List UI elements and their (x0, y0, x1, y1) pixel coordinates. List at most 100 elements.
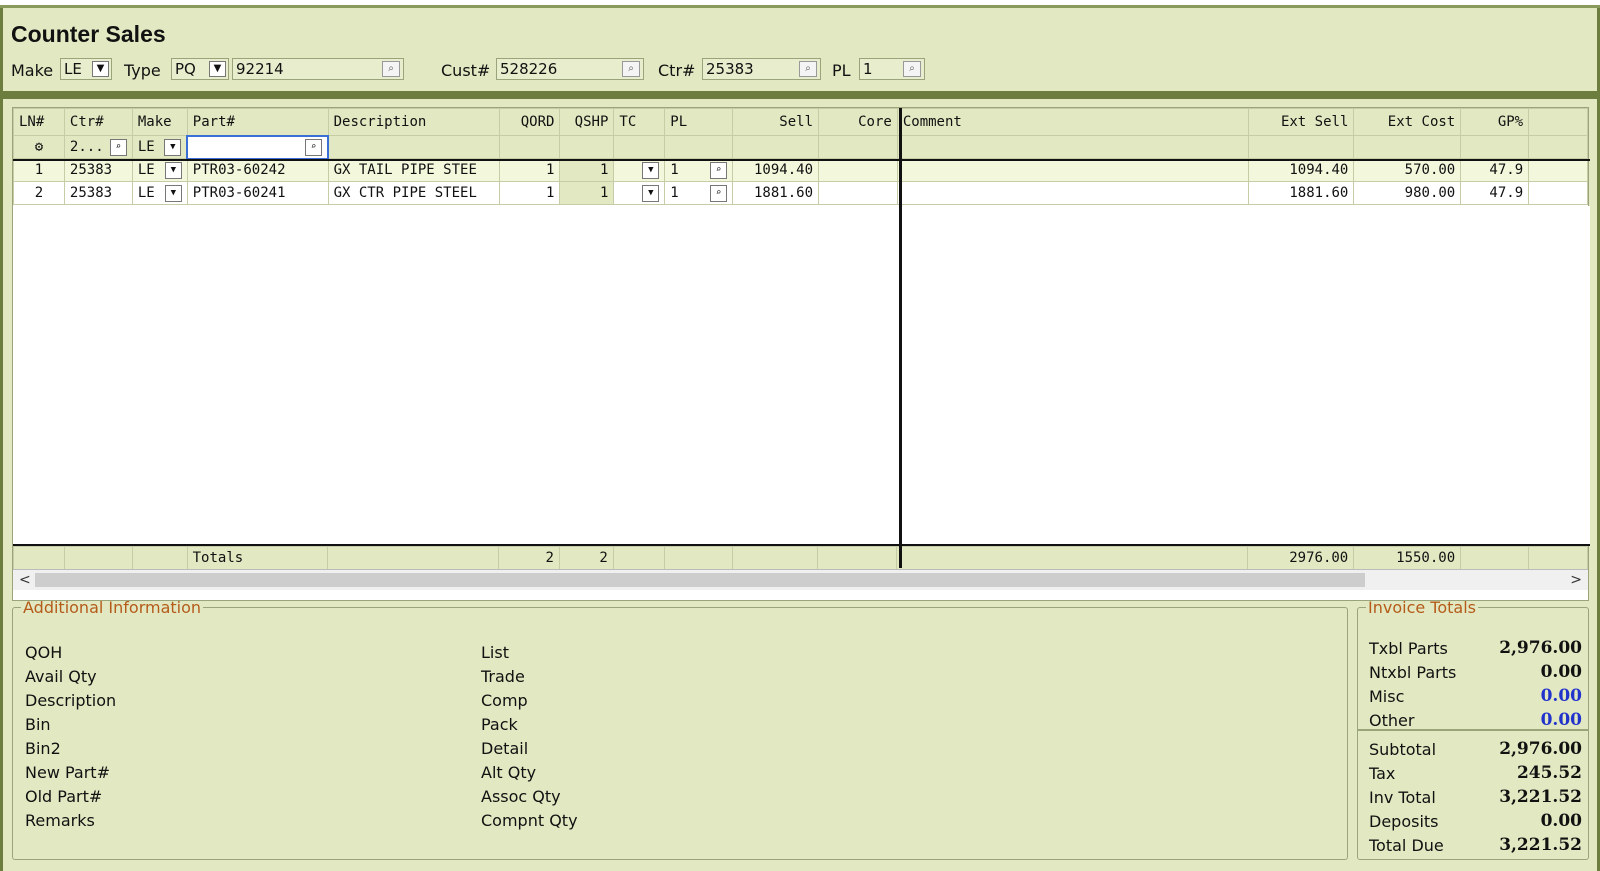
misc-label: Misc (1369, 687, 1405, 706)
cell-ext-sell: 1881.60 (1247, 181, 1355, 205)
cell-qord[interactable]: 1 (498, 181, 561, 205)
cell-comment[interactable] (896, 158, 1249, 182)
cell-part[interactable]: PTR03-60242 (186, 158, 329, 182)
cell-core[interactable] (818, 158, 898, 182)
col-ext-cost[interactable]: Ext Cost (1353, 108, 1462, 136)
cell-qshp[interactable]: 1 (559, 181, 615, 205)
cell-ln[interactable]: 2 (13, 181, 65, 205)
table-row[interactable]: 2 25383 LE ▼ PTR03-60241 GX CTR PIPE STEE… (13, 181, 1588, 205)
search-icon[interactable]: ⌕ (305, 138, 323, 156)
inv-total-value: 3,221.52 (1499, 787, 1582, 807)
arrow-right-icon[interactable]: > (1570, 570, 1582, 590)
info-label: New Part# (25, 763, 110, 782)
search-icon[interactable]: ⌕ (799, 61, 817, 77)
info-label: Alt Qty (481, 763, 537, 782)
chevron-down-icon[interactable]: ▼ (209, 61, 226, 77)
col-gp[interactable]: GP% (1460, 108, 1530, 136)
misc-value-link[interactable]: 0.00 (1541, 686, 1582, 706)
cell-ctr[interactable]: 25383 (63, 181, 133, 205)
cell-core[interactable] (818, 181, 898, 205)
grid-filter-row: ⚙ 2... ⌕ LE ▼ ⌕ (13, 134, 1588, 160)
cell-part[interactable]: PTR03-60241 (186, 181, 329, 205)
chevron-down-icon[interactable]: ▼ (642, 161, 660, 179)
search-icon[interactable]: ⌕ (622, 61, 640, 77)
customer-input[interactable]: 528226 ⌕ (496, 58, 644, 80)
cell-make-value: LE (137, 184, 155, 201)
chevron-down-icon[interactable]: ▼ (164, 161, 182, 179)
col-pl[interactable]: PL (664, 108, 734, 136)
search-icon[interactable]: ⌕ (903, 61, 921, 77)
make-select[interactable]: LE ▼ (60, 58, 112, 80)
cell-qshp[interactable]: 1 (559, 158, 615, 182)
cell-sell[interactable]: 1881.60 (732, 181, 820, 205)
cust-label: Cust# (441, 61, 491, 80)
filter-ctr[interactable]: 2... ⌕ (63, 135, 133, 159)
col-qord[interactable]: QORD (498, 108, 561, 136)
col-ctr[interactable]: Ctr# (63, 108, 133, 136)
cell-tc[interactable]: ▼ (613, 181, 666, 205)
make-value: LE (64, 60, 82, 78)
chevron-down-icon[interactable]: ▼ (92, 61, 109, 77)
col-core[interactable]: Core (818, 108, 898, 136)
cell-ln[interactable]: 1 (13, 158, 65, 182)
cell-description[interactable]: GX CTR PIPE STEEL (327, 181, 500, 205)
total-due-value: 3,221.52 (1499, 835, 1582, 855)
cell-pl[interactable]: 1 ⌕ (664, 158, 734, 182)
filter-ctr-value: 2... (69, 138, 104, 155)
cell-comment[interactable] (896, 181, 1249, 205)
col-comment[interactable]: Comment (896, 108, 1249, 136)
counter-value: 25383 (706, 60, 754, 78)
search-icon[interactable]: ⌕ (710, 161, 728, 179)
col-filler (1528, 108, 1588, 136)
table-row[interactable]: 1 25383 LE ▼ PTR03-60242 GX TAIL PIPE STE… (13, 158, 1588, 182)
col-make[interactable]: Make (131, 108, 188, 136)
search-icon[interactable]: ⌕ (109, 138, 127, 156)
line-items-grid: LN# Ctr# Make Part# Description QORD QSH… (12, 107, 1590, 601)
filter-make[interactable]: LE ▼ (131, 135, 188, 159)
header-divider (3, 91, 1597, 99)
totals-divider (13, 544, 1590, 546)
col-part[interactable]: Part# (186, 108, 329, 136)
deposits-value: 0.00 (1540, 811, 1582, 831)
cell-make[interactable]: LE ▼ (131, 158, 188, 182)
info-label: Bin (25, 715, 51, 734)
search-icon[interactable]: ⌕ (710, 184, 728, 202)
totals-ext-cost: 1550.00 (1353, 546, 1462, 570)
chevron-down-icon[interactable]: ▼ (642, 184, 660, 202)
tax-value: 245.52 (1516, 763, 1582, 783)
counter-input[interactable]: 25383 ⌕ (702, 58, 821, 80)
totals-qord: 2 (498, 546, 560, 570)
arrow-left-icon[interactable]: < (19, 570, 31, 590)
chevron-down-icon[interactable]: ▼ (164, 184, 182, 202)
search-icon[interactable]: ⌕ (382, 61, 400, 77)
cell-sell[interactable]: 1094.40 (732, 158, 820, 182)
col-sell[interactable]: Sell (732, 108, 820, 136)
other-value-link[interactable]: 0.00 (1541, 710, 1582, 730)
invoice-totals-panel: Invoice Totals Txbl Parts 2,976.00 Ntxbl… (1357, 598, 1589, 860)
cell-gp: 47.9 (1460, 158, 1530, 182)
cell-description[interactable]: GX TAIL PIPE STEE (327, 158, 500, 182)
cell-tc[interactable]: ▼ (613, 158, 666, 182)
scrollbar-thumb[interactable] (35, 573, 1365, 587)
subtotal-value: 2,976.00 (1499, 739, 1582, 759)
info-label: Trade (481, 667, 525, 686)
grid-empty-area[interactable] (13, 206, 1590, 546)
gear-icon[interactable]: ⚙ (13, 135, 65, 159)
col-tc[interactable]: TC (613, 108, 666, 136)
type-select[interactable]: PQ ▼ (171, 58, 229, 80)
chevron-down-icon[interactable]: ▼ (164, 138, 182, 156)
subtotal-label: Subtotal (1369, 740, 1437, 759)
filter-part[interactable]: ⌕ (186, 134, 330, 160)
col-description[interactable]: Description (327, 108, 500, 136)
price-level-input[interactable]: 1 ⌕ (859, 58, 925, 80)
cell-ctr[interactable]: 25383 (63, 158, 133, 182)
horizontal-scrollbar[interactable]: < > (13, 569, 1588, 590)
col-qshp[interactable]: QSHP (559, 108, 615, 136)
cell-qord[interactable]: 1 (498, 158, 561, 182)
doc-number-input[interactable]: 92214 ⌕ (232, 58, 404, 80)
cell-pl[interactable]: 1 ⌕ (664, 181, 734, 205)
col-ln[interactable]: LN# (13, 108, 65, 136)
col-ext-sell[interactable]: Ext Sell (1247, 108, 1355, 136)
totals-row: Totals 2 2 2976.00 1550.00 (13, 546, 1588, 570)
cell-make[interactable]: LE ▼ (131, 181, 188, 205)
